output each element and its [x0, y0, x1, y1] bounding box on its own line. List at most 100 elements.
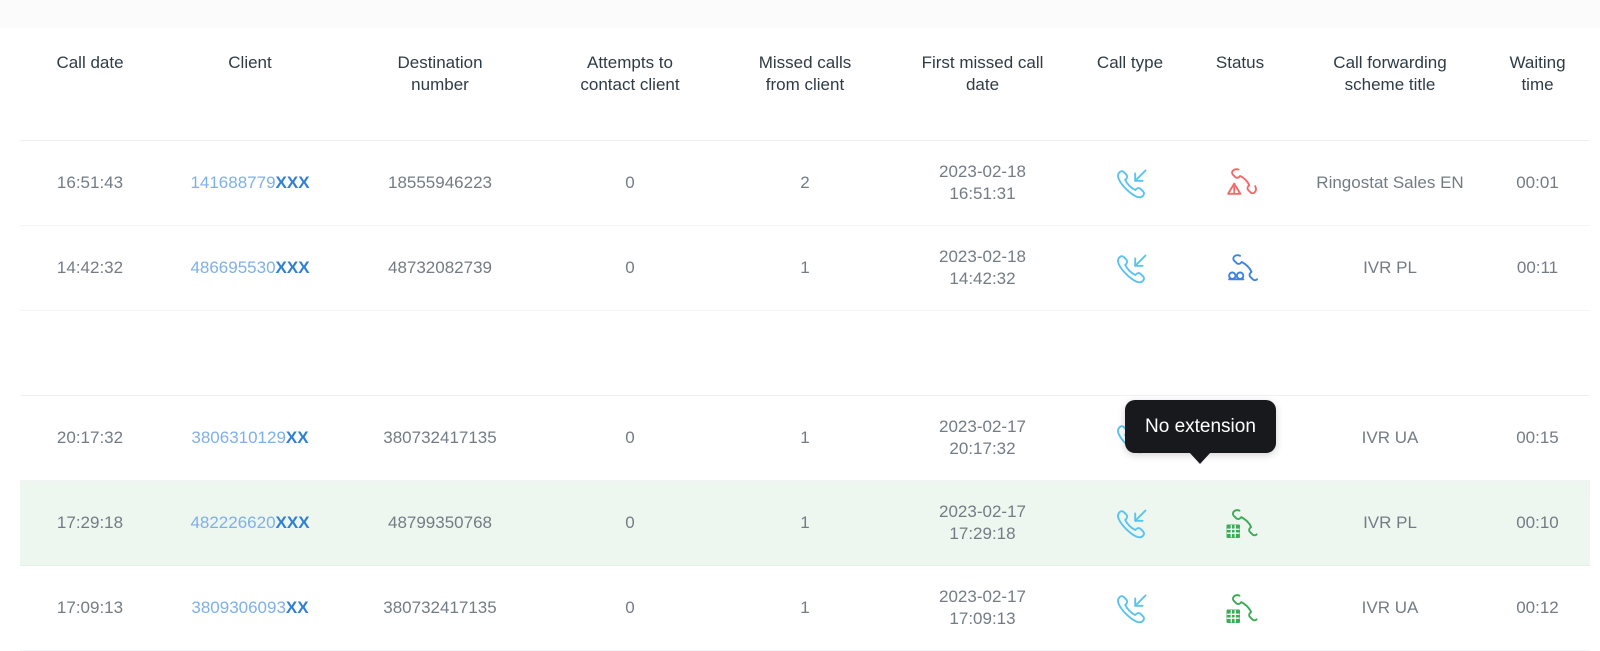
missed-calls-table: Call date Client Destination number Atte…	[20, 28, 1590, 651]
column-header-attempts-line1: Attempts to	[587, 53, 673, 72]
column-header-call-date[interactable]: Call date	[20, 28, 160, 141]
cell-client[interactable]: 3809306093XX	[160, 565, 340, 651]
cell-client[interactable]: 141688779XXX	[160, 140, 340, 226]
table-body: 16:51:43 141688779XXX 18555946223 0 2 2023-02…	[20, 140, 1590, 651]
cell-call-type[interactable]	[1075, 140, 1185, 226]
tooltip-arrow	[1189, 452, 1212, 464]
column-header-scheme-title[interactable]: Call forwarding scheme title	[1295, 28, 1485, 141]
cell-call-type[interactable]	[1075, 565, 1185, 651]
column-header-scheme-line1: Call forwarding	[1333, 53, 1447, 72]
client-phone-link[interactable]: 482226620XXX	[190, 513, 309, 532]
column-header-destination-number-line2: number	[411, 74, 469, 94]
client-phone-link[interactable]: 3806310129XX	[191, 428, 308, 447]
cell-waiting-time: 00:10	[1485, 480, 1590, 566]
table-row[interactable]: 20:17:32 3806310129XX 380732417135 0 1 2023-0…	[20, 395, 1590, 481]
keypad-call-icon[interactable]	[1217, 508, 1263, 538]
cell-missed-calls: 1	[720, 565, 890, 651]
column-header-call-type-label: Call type	[1096, 53, 1164, 72]
table-row-empty	[20, 310, 1590, 396]
cell-client[interactable]: 482226620XXX	[160, 480, 340, 566]
client-masked-digits: XX	[285, 597, 309, 617]
cell-waiting-time: 00:12	[1485, 565, 1590, 651]
column-header-waiting-time[interactable]: Waiting time	[1485, 28, 1590, 141]
cell-call-date: 14:42:32	[20, 225, 160, 311]
column-header-first-missed-call-date[interactable]: First missed call date	[890, 28, 1075, 141]
client-phone-link[interactable]: 486695530XXX	[190, 258, 309, 277]
first-missed-time: 16:51:31	[949, 183, 1016, 203]
column-header-waiting-line2: time	[1521, 74, 1554, 94]
table-row[interactable]: 14:42:32 486695530XXX 48732082739 0 1 2023-02…	[20, 225, 1590, 311]
cell-missed-calls: 2	[720, 140, 890, 226]
client-phone-link[interactable]: 141688779XXX	[190, 173, 309, 192]
cell-call-date: 20:17:32	[20, 395, 160, 481]
table-header-row: Call date Client Destination number Atte…	[20, 28, 1590, 141]
first-missed-time: 14:42:32	[949, 268, 1016, 288]
column-header-destination-number[interactable]: Destination number	[340, 28, 540, 141]
status-tooltip-text: No extension	[1145, 416, 1256, 437]
cell-scheme-title: IVR PL	[1295, 480, 1485, 566]
first-missed-date: 2023-02-17	[939, 416, 1026, 436]
column-header-missed-calls-line2: from client	[765, 74, 845, 94]
cell-call-type[interactable]	[1075, 225, 1185, 311]
cell-waiting-time: 00:11	[1485, 225, 1590, 311]
cell-attempts: 0	[540, 140, 720, 226]
keypad-call-icon[interactable]	[1217, 593, 1263, 623]
first-missed-date: 2023-02-17	[939, 586, 1026, 606]
column-header-status[interactable]: Status	[1185, 28, 1295, 141]
cell-waiting-time: 00:15	[1485, 395, 1590, 481]
missed-call-warning-icon[interactable]	[1217, 167, 1263, 195]
cell-waiting-time: 00:01	[1485, 140, 1590, 226]
column-header-attempts[interactable]: Attempts to contact client	[540, 28, 720, 141]
cell-destination-number: 48732082739	[340, 225, 540, 311]
column-header-client[interactable]: Client	[160, 28, 340, 141]
cell-client[interactable]: 486695530XXX	[160, 225, 340, 311]
cell-first-missed-call-date: 2023-02-18 14:42:32	[890, 225, 1075, 311]
client-masked-digits: XX	[285, 427, 309, 447]
incoming-call-icon[interactable]	[1107, 594, 1153, 623]
status-tooltip: No extension	[1125, 400, 1276, 464]
table-row[interactable]: 16:51:43 141688779XXX 18555946223 0 2 2023-02…	[20, 140, 1590, 226]
cell-missed-calls: 1	[720, 225, 890, 311]
page-top-strip	[0, 0, 1600, 28]
column-header-missed-calls[interactable]: Missed calls from client	[720, 28, 890, 141]
first-missed-time: 17:09:13	[949, 608, 1016, 628]
cell-attempts: 0	[540, 225, 720, 311]
cell-status[interactable]	[1185, 140, 1295, 226]
cell-first-missed-call-date: 2023-02-17 17:09:13	[890, 565, 1075, 651]
cell-destination-number: 380732417135	[340, 395, 540, 481]
column-header-destination-number-line1: Destination	[397, 53, 483, 72]
cell-status[interactable]	[1185, 225, 1295, 311]
client-phone-link[interactable]: 3809306093XX	[191, 598, 308, 617]
first-missed-time: 17:29:18	[949, 523, 1016, 543]
column-header-first-missed-line1: First missed call	[921, 53, 1044, 72]
cell-missed-calls: 1	[720, 480, 890, 566]
missed-calls-table-container: Call date Client Destination number Atte…	[0, 28, 1600, 651]
client-masked-digits: XXX	[275, 257, 310, 277]
cell-missed-calls: 1	[720, 395, 890, 481]
table-header: Call date Client Destination number Atte…	[20, 28, 1590, 141]
incoming-call-icon[interactable]	[1107, 254, 1153, 283]
cell-scheme-title: IVR UA	[1295, 395, 1485, 481]
cell-call-date: 16:51:43	[20, 140, 160, 226]
incoming-call-icon[interactable]	[1107, 509, 1153, 538]
cell-client[interactable]: 3806310129XX	[160, 395, 340, 481]
column-header-call-type[interactable]: Call type	[1075, 28, 1185, 141]
incoming-call-icon[interactable]	[1107, 169, 1153, 198]
column-header-scheme-line2: scheme title	[1344, 74, 1436, 94]
voicemail-call-icon[interactable]	[1217, 253, 1263, 281]
first-missed-date: 2023-02-18	[939, 246, 1026, 266]
cell-scheme-title: IVR PL	[1295, 225, 1485, 311]
table-row[interactable]: 17:29:18 482226620XXX 48799350768 0 1 2023-02…	[20, 480, 1590, 566]
empty-row-cell	[20, 310, 1590, 396]
column-header-first-missed-line2: date	[965, 74, 1000, 94]
table-row[interactable]: 17:09:13 3809306093XX 380732417135 0 1 2023-0…	[20, 565, 1590, 651]
cell-status[interactable]	[1185, 480, 1295, 566]
cell-first-missed-call-date: 2023-02-18 16:51:31	[890, 140, 1075, 226]
cell-status[interactable]	[1185, 565, 1295, 651]
cell-call-type[interactable]	[1075, 480, 1185, 566]
column-header-client-label: Client	[228, 53, 272, 72]
cell-first-missed-call-date: 2023-02-17 17:29:18	[890, 480, 1075, 566]
column-header-status-label: Status	[1215, 53, 1265, 72]
first-missed-date: 2023-02-17	[939, 501, 1026, 521]
cell-call-date: 17:29:18	[20, 480, 160, 566]
